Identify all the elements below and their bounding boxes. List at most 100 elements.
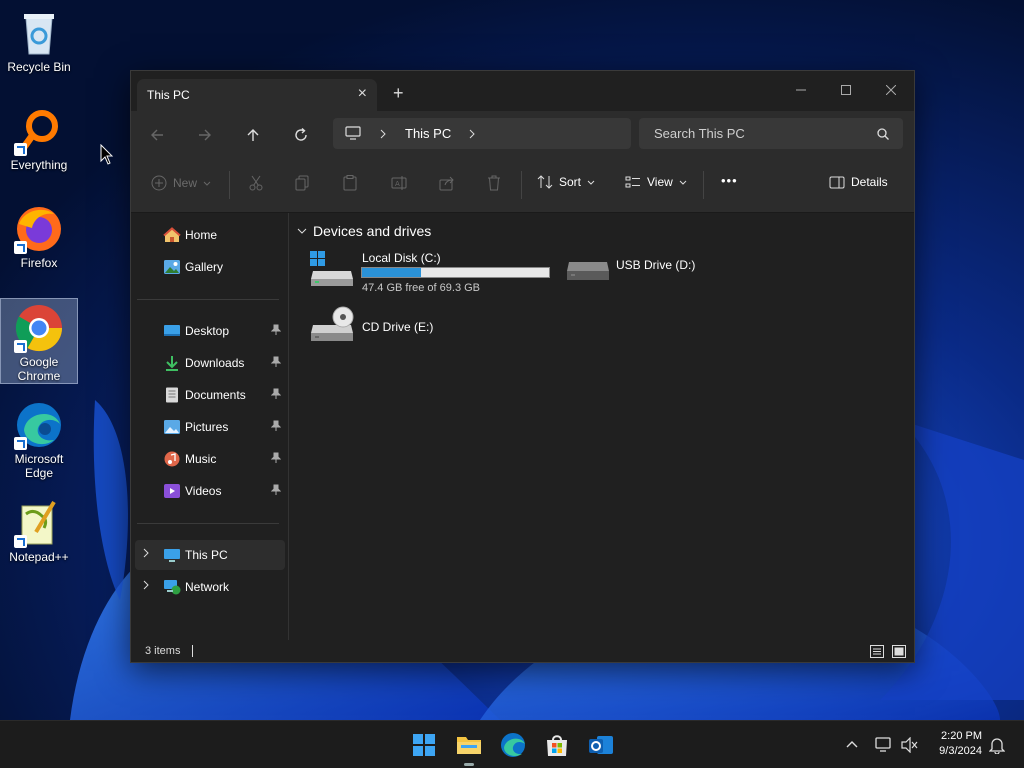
desktop-icon-notepad-plus-plus[interactable]: Notepad++: [0, 494, 78, 566]
cut-button[interactable]: [249, 175, 263, 191]
drive-usage-bar: [361, 267, 550, 278]
chevron-down-icon: [587, 180, 595, 185]
view-label: View: [647, 175, 673, 189]
more-options-button[interactable]: •••: [721, 173, 738, 188]
edge-taskbar-icon[interactable]: [499, 731, 527, 759]
computer-icon: [345, 126, 361, 140]
desktop-icon-label: Google Chrome: [17, 355, 61, 383]
copy-icon: [295, 175, 309, 191]
desktop-icon-label: Everything: [10, 158, 68, 172]
drive-free-space: 47.4 GB free of 69.3 GB: [362, 282, 481, 294]
refresh-button[interactable]: [289, 123, 313, 147]
address-segment-this-pc[interactable]: This PC: [405, 126, 451, 141]
shortcut-arrow-icon: [14, 241, 27, 254]
chevron-right-icon[interactable]: [469, 129, 475, 139]
sidebar-item-videos[interactable]: Videos: [135, 476, 285, 506]
status-bar: 3 items: [131, 640, 914, 664]
sidebar-item-documents[interactable]: Documents: [135, 380, 285, 410]
new-label: New: [173, 176, 198, 190]
new-button[interactable]: New: [151, 175, 211, 191]
delete-button[interactable]: [487, 175, 501, 191]
desktop-icon-label: Firefox: [20, 256, 58, 270]
sidebar-item-downloads[interactable]: Downloads: [135, 348, 285, 378]
volume-muted-icon[interactable]: [900, 737, 918, 753]
address-bar[interactable]: This PC: [333, 118, 631, 149]
rename-button[interactable]: A: [391, 175, 407, 191]
tab-this-pc[interactable]: This PC ×: [137, 79, 377, 111]
paste-icon: [343, 175, 357, 191]
item-count: 3 items: [145, 645, 181, 657]
command-separator: [703, 171, 704, 199]
chevron-right-icon[interactable]: [143, 548, 149, 558]
chevron-down-icon: [203, 181, 211, 186]
tiles-view-icon[interactable]: [892, 645, 906, 658]
shortcut-arrow-icon: [14, 340, 27, 353]
minimize-button[interactable]: [781, 77, 821, 103]
drive-local-disk-c[interactable]: Local Disk (C:) 47.4 GB free of 69.3 GB: [309, 249, 550, 297]
share-icon: [439, 176, 454, 191]
windows-drive-icon: [310, 251, 353, 286]
group-title: Devices and drives: [313, 223, 432, 239]
paste-button[interactable]: [343, 175, 357, 191]
show-hidden-icons-chevron-icon[interactable]: [846, 740, 858, 748]
documents-icon: [166, 387, 178, 403]
sidebar-item-home[interactable]: Home: [135, 220, 285, 250]
pin-icon: [271, 324, 281, 335]
share-button[interactable]: [439, 175, 455, 191]
copy-button[interactable]: [295, 175, 309, 191]
sidebar-item-music[interactable]: Music: [135, 444, 285, 474]
back-button[interactable]: [145, 123, 169, 147]
desktop-icon-firefox[interactable]: Firefox: [0, 200, 78, 272]
videos-icon: [164, 484, 180, 498]
details-view-icon[interactable]: [870, 645, 884, 658]
close-window-button[interactable]: [871, 77, 911, 103]
desktop-icon-recycle-bin[interactable]: Recycle Bin: [0, 4, 78, 76]
forward-button[interactable]: [193, 123, 217, 147]
file-explorer-taskbar-icon[interactable]: [455, 731, 483, 759]
title-bar[interactable]: This PC × +: [131, 71, 914, 111]
file-explorer-window[interactable]: This PC × + This PC Search This PC New A…: [130, 70, 915, 663]
sort-button[interactable]: Sort: [537, 175, 595, 189]
more-options-icon: •••: [721, 173, 738, 188]
desktop-icon-microsoft-edge[interactable]: Microsoft Edge: [0, 396, 78, 482]
home-icon: [163, 227, 181, 242]
notification-bell-icon[interactable]: [989, 736, 1005, 754]
up-button[interactable]: [241, 123, 265, 147]
desktop-icon-google-chrome[interactable]: Google Chrome: [0, 298, 78, 384]
cd-drive-icon: [311, 306, 354, 341]
sidebar-item-label: Gallery: [185, 260, 224, 274]
view-button[interactable]: View: [625, 175, 687, 189]
search-input[interactable]: Search This PC: [639, 118, 903, 149]
sidebar-item-network[interactable]: Network: [135, 572, 285, 602]
details-pane-button[interactable]: Details: [829, 175, 888, 189]
system-clock[interactable]: 2:20 PM 9/3/2024: [939, 729, 982, 759]
command-separator: [229, 171, 230, 199]
sidebar-item-pictures[interactable]: Pictures: [135, 412, 285, 442]
search-placeholder: Search This PC: [654, 126, 745, 141]
drive-cd-e[interactable]: CD Drive (E:): [309, 305, 509, 353]
new-tab-button[interactable]: +: [393, 83, 404, 104]
mouse-cursor-icon: [100, 144, 114, 165]
desktop-icon-everything[interactable]: Everything: [0, 102, 78, 174]
network-status-icon[interactable]: [875, 737, 893, 753]
drive-usb-d[interactable]: USB Drive (D:): [565, 249, 765, 297]
plus-circle-icon: [151, 175, 167, 191]
content-area[interactable]: Devices and drives Local Disk (C:) 47.4 …: [289, 213, 914, 640]
sidebar-item-gallery[interactable]: Gallery: [135, 252, 285, 282]
maximize-button[interactable]: [826, 77, 866, 103]
pin-icon: [271, 484, 281, 495]
details-pane-icon: [829, 176, 845, 188]
start-windows-icon[interactable]: [410, 731, 438, 759]
microsoft-store-icon[interactable]: [543, 731, 571, 759]
sidebar-item-this-pc[interactable]: This PC: [135, 540, 285, 570]
cut-icon: [249, 175, 263, 191]
group-header-devices-and-drives[interactable]: Devices and drives: [297, 223, 431, 239]
tab-title: This PC: [147, 88, 190, 102]
view-icon: [625, 176, 640, 188]
sidebar-item-label: Documents: [185, 388, 246, 402]
tab-close-icon[interactable]: ×: [358, 86, 367, 102]
sidebar-item-desktop[interactable]: Desktop: [135, 316, 285, 346]
chevron-right-icon[interactable]: [143, 580, 149, 590]
outlook-icon[interactable]: [587, 731, 615, 759]
sidebar-item-label: Network: [185, 580, 230, 594]
